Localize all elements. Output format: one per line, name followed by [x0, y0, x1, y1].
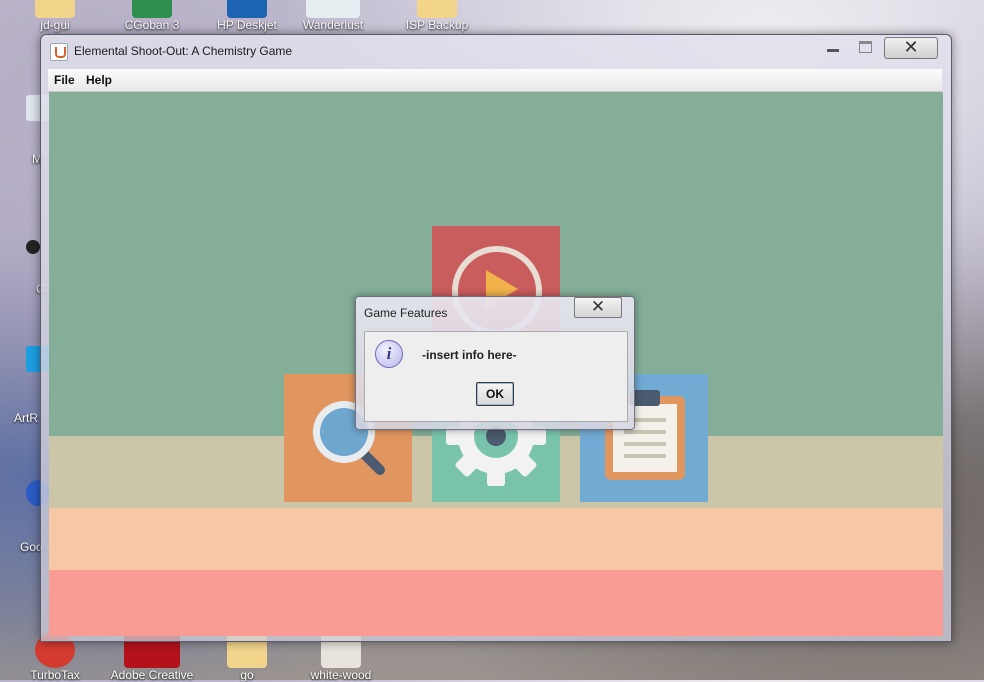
- minimize-button[interactable]: [819, 37, 845, 55]
- desktop-icon-c[interactable]: [26, 240, 40, 254]
- cgoban-icon: [132, 0, 172, 18]
- jar-icon: [35, 0, 75, 18]
- menu-file[interactable]: File: [54, 73, 75, 87]
- desktop-icon-wanderlust[interactable]: Wanderlust: [288, 0, 378, 32]
- close-icon: ✕: [590, 297, 606, 316]
- menu-bar: File Help: [48, 69, 942, 92]
- dialog-body: i -insert info here- OK: [364, 331, 628, 422]
- info-icon: i: [375, 340, 403, 368]
- desktop-icon-isp-backup[interactable]: ISP Backup: [392, 0, 482, 32]
- window-title: Elemental Shoot-Out: A Chemistry Game: [74, 44, 293, 58]
- dialog-message: -insert info here-: [422, 348, 517, 362]
- close-icon: ✕: [903, 37, 919, 57]
- desktop-icon-hp-deskjet[interactable]: HP Deskjet: [202, 0, 292, 32]
- background-band-salmon: [49, 570, 943, 636]
- window-titlebar[interactable]: Elemental Shoot-Out: A Chemistry Game ✕: [41, 35, 951, 67]
- dialog-title: Game Features: [364, 306, 448, 320]
- hp-icon: [227, 0, 267, 18]
- desktop-icon-jd-gui[interactable]: jd-gui: [10, 0, 100, 32]
- java-app-icon: [50, 43, 68, 61]
- maximize-button[interactable]: [851, 37, 877, 55]
- dialog-close-button[interactable]: ✕: [574, 297, 622, 318]
- desktop-label-artr: ArtR: [14, 411, 38, 425]
- close-button[interactable]: ✕: [884, 37, 938, 59]
- ok-button[interactable]: OK: [476, 382, 514, 406]
- desktop-icon-cgoban[interactable]: CGoban 3: [107, 0, 197, 32]
- folder-icon: [417, 0, 457, 18]
- background-band-peach: [49, 508, 943, 570]
- game-features-dialog: Game Features ✕ i -insert info here- OK: [355, 296, 635, 430]
- menu-help[interactable]: Help: [86, 73, 112, 87]
- document-icon: [306, 0, 360, 18]
